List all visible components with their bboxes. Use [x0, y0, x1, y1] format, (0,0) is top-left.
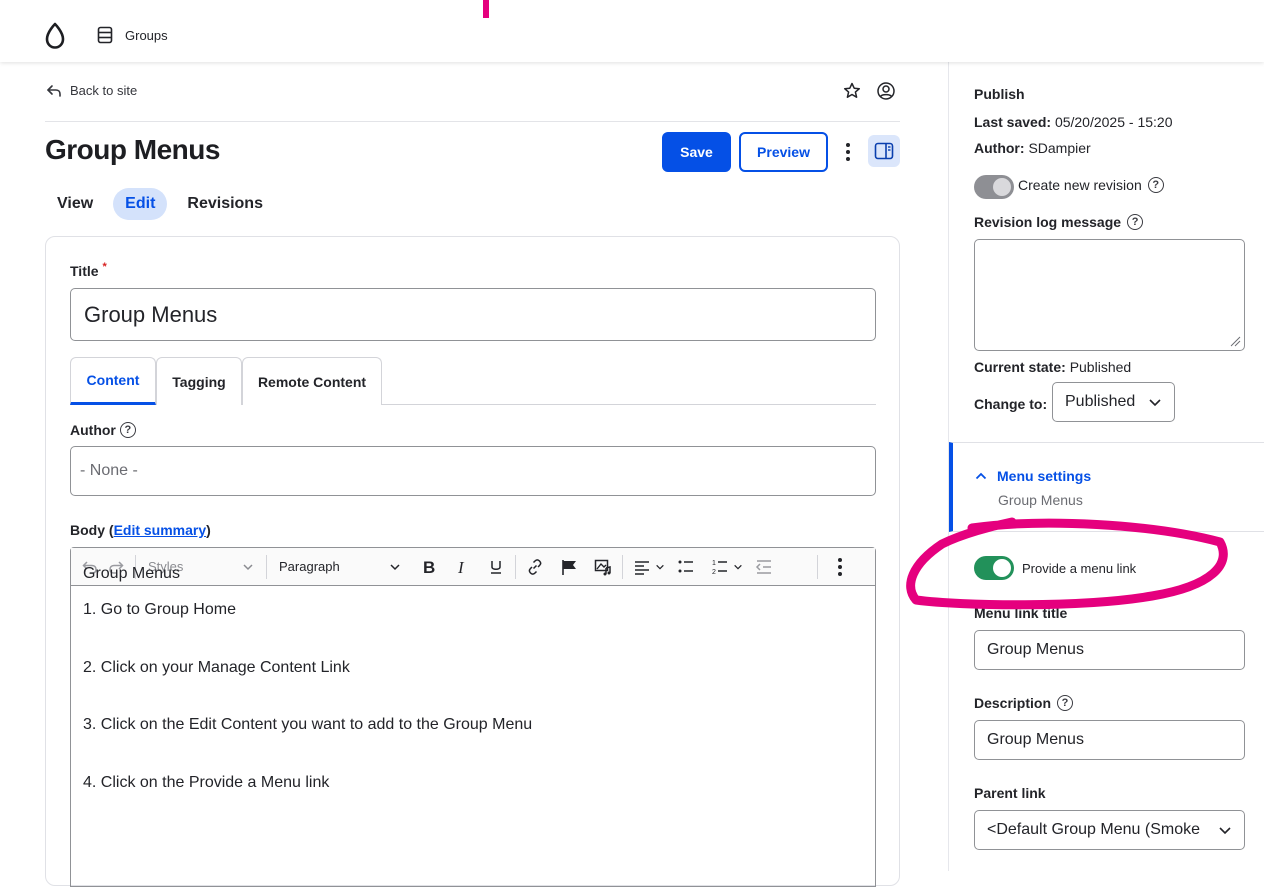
title-label: Title * [70, 261, 107, 279]
resize-handle-icon[interactable] [1229, 335, 1241, 347]
tab-content[interactable]: Content [70, 357, 156, 405]
edit-summary-link[interactable]: Edit summary [114, 522, 207, 538]
tab-tagging[interactable]: Tagging [156, 357, 242, 405]
title-input[interactable]: Group Menus [70, 288, 876, 341]
help-icon[interactable]: ? [1147, 177, 1164, 193]
menu-link-title-label: Menu link title [974, 605, 1068, 621]
parent-link-select[interactable]: <Default Group Menu (Smoke [974, 810, 1245, 850]
body-line: Group Menus [83, 565, 180, 582]
author-info: Author: SDampier [974, 140, 1091, 156]
menu-link-title-input[interactable]: Group Menus [974, 630, 1245, 670]
tab-remote-content[interactable]: Remote Content [242, 357, 382, 405]
svg-text:I: I [457, 558, 465, 576]
link-icon[interactable] [522, 554, 548, 580]
help-icon[interactable]: ? [1057, 695, 1074, 711]
chevron-down-icon[interactable] [655, 562, 665, 572]
underline-icon[interactable] [483, 554, 509, 580]
publish-heading: Publish [974, 86, 1025, 102]
italic-icon[interactable]: I [449, 554, 475, 580]
preview-button[interactable]: Preview [739, 132, 828, 172]
help-icon[interactable]: ? [119, 422, 136, 438]
main-content: Back to site Group Menus Save Preview Vi… [0, 62, 948, 887]
author-label: Author? [70, 422, 136, 438]
change-to-label: Change to: [974, 396, 1048, 412]
sidebar-toggle-button[interactable] [868, 135, 900, 167]
editor-toolbar: Styles Paragraph B I 1 2 [71, 548, 875, 586]
chevron-down-icon [390, 563, 400, 570]
body-label: Body (Edit summary) [70, 522, 211, 538]
body-line: 3. Click on the Edit Content you want to… [83, 716, 533, 733]
help-icon[interactable]: ? [1127, 214, 1144, 230]
revision-log-textarea[interactable] [974, 239, 1245, 351]
svg-text:2: 2 [712, 569, 716, 576]
bulleted-list-icon[interactable] [673, 554, 699, 580]
menu-settings-description: Group Menus [998, 492, 1083, 508]
create-revision-toggle[interactable] [974, 175, 1014, 199]
description-input[interactable]: Group Menus [974, 720, 1245, 760]
toolbar-item-groups[interactable]: Groups [97, 26, 168, 44]
align-left-icon[interactable] [629, 554, 655, 580]
drupal-logo-icon[interactable] [42, 22, 68, 50]
menu-settings-section[interactable]: Menu settings Group Menus [949, 442, 1264, 532]
panel-right-icon [874, 142, 894, 160]
media-icon[interactable] [590, 554, 616, 580]
save-button[interactable]: Save [662, 132, 731, 172]
star-icon[interactable] [842, 81, 862, 101]
edit-form-card: Title * Group Menus Content Tagging Remot… [45, 236, 900, 887]
outdent-icon[interactable] [751, 554, 777, 580]
last-saved: Last saved: 05/20/2025 - 15:20 [974, 114, 1173, 130]
more-actions-icon[interactable] [838, 140, 858, 164]
body-line: 4. Click on the Provide a Menu link [83, 774, 330, 791]
chevron-down-icon [1219, 827, 1231, 835]
tab-edit[interactable]: Edit [113, 188, 168, 220]
chevron-down-icon [243, 563, 253, 570]
back-to-site-link[interactable]: Back to site [46, 83, 137, 98]
tab-view[interactable]: View [45, 188, 105, 220]
annotation-mark [483, 0, 489, 18]
chevron-up-icon [975, 472, 987, 480]
list-icon [97, 26, 113, 44]
provide-menu-link-toggle[interactable] [974, 556, 1014, 580]
divider [45, 121, 900, 122]
menu-settings-summary[interactable]: Menu settings [975, 468, 1091, 484]
parent-link-label: Parent link [974, 785, 1046, 801]
content-tabs: Content Tagging Remote Content [70, 357, 876, 405]
numbered-list-icon[interactable]: 12 [707, 554, 733, 580]
chevron-down-icon [1149, 399, 1161, 407]
back-arrow-icon [47, 84, 61, 97]
meta-sidebar: Publish Last saved: 05/20/2025 - 15:20 A… [948, 62, 1264, 871]
toolbar-item-label: Groups [125, 27, 168, 43]
svg-text:1: 1 [712, 560, 716, 567]
create-revision-label: Create new revision? [1018, 177, 1164, 193]
body-line: 1. Go to Group Home [83, 601, 236, 618]
page-title: Group Menus [45, 134, 220, 165]
current-state: Current state: Published [974, 359, 1132, 375]
editor-more-icon[interactable] [830, 555, 850, 579]
top-bar: Groups [0, 0, 1264, 62]
anchor-flag-icon[interactable] [556, 554, 582, 580]
revision-log-label: Revision log message? [974, 214, 1144, 230]
change-to-select[interactable]: Published [1052, 382, 1175, 422]
bold-icon[interactable]: B [415, 554, 441, 580]
local-tasks: View Edit Revisions [45, 188, 275, 220]
provide-menu-link-label: Provide a menu link [1022, 561, 1137, 576]
chevron-down-icon[interactable] [733, 562, 743, 572]
required-marker: * [102, 261, 107, 273]
description-label: Description? [974, 695, 1074, 711]
user-account-icon[interactable] [876, 81, 896, 101]
tab-revisions[interactable]: Revisions [175, 188, 275, 220]
back-label: Back to site [70, 83, 138, 98]
svg-text:B: B [423, 558, 435, 576]
author-input[interactable]: - None - [70, 446, 876, 496]
body-editor[interactable]: Styles Paragraph B I 1 2 Group Menus 1. … [70, 547, 876, 887]
body-line: 2. Click on your Manage Content Link [83, 659, 350, 676]
paragraph-dropdown[interactable]: Paragraph [273, 559, 407, 574]
